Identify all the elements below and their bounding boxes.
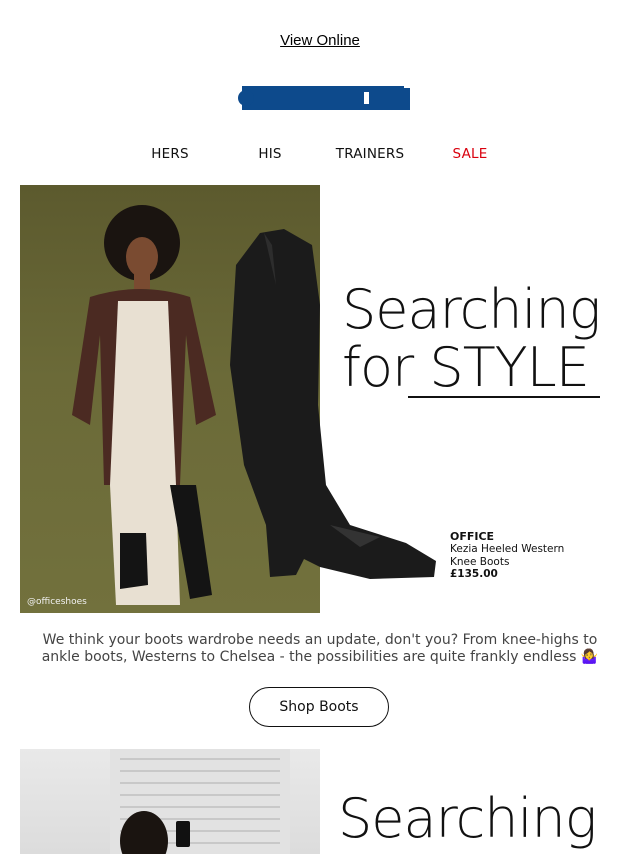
instagram-handle: @officeshoes [27, 597, 87, 607]
product-brand: OFFICE [450, 530, 495, 543]
nav-item-his[interactable]: HIS [258, 146, 281, 162]
product-name-line1: Kezia Heeled Western [450, 543, 565, 555]
hero-headline-line1: Searching [342, 278, 600, 341]
product-price: £135.00 [450, 568, 498, 580]
model-photo-2 [20, 749, 320, 854]
view-online-link[interactable]: View Online [0, 32, 640, 49]
body-copy: We think your boots wardrobe needs an up… [41, 632, 599, 665]
nav-item-trainers[interactable]: TRAINERS [336, 146, 404, 162]
hero-headline-line2: for STYLE [342, 336, 590, 399]
hero-headline: Searching for STYLE [342, 281, 600, 397]
hero2-headline: Searching [338, 787, 597, 850]
hero-banner-2[interactable]: Searching [20, 749, 600, 854]
hero-banner[interactable]: @officeshoes Searching for STYLE OFFICE … [20, 185, 600, 613]
main-nav: HERS HIS TRAINERS SALE [0, 146, 640, 164]
nav-item-hers[interactable]: HERS [151, 146, 188, 162]
shop-boots-button[interactable]: Shop Boots [249, 687, 389, 727]
shutter-illustration [110, 749, 290, 854]
nav-item-sale[interactable]: SALE [453, 146, 488, 162]
headline-underline [408, 396, 600, 398]
office-logo[interactable] [238, 86, 410, 110]
